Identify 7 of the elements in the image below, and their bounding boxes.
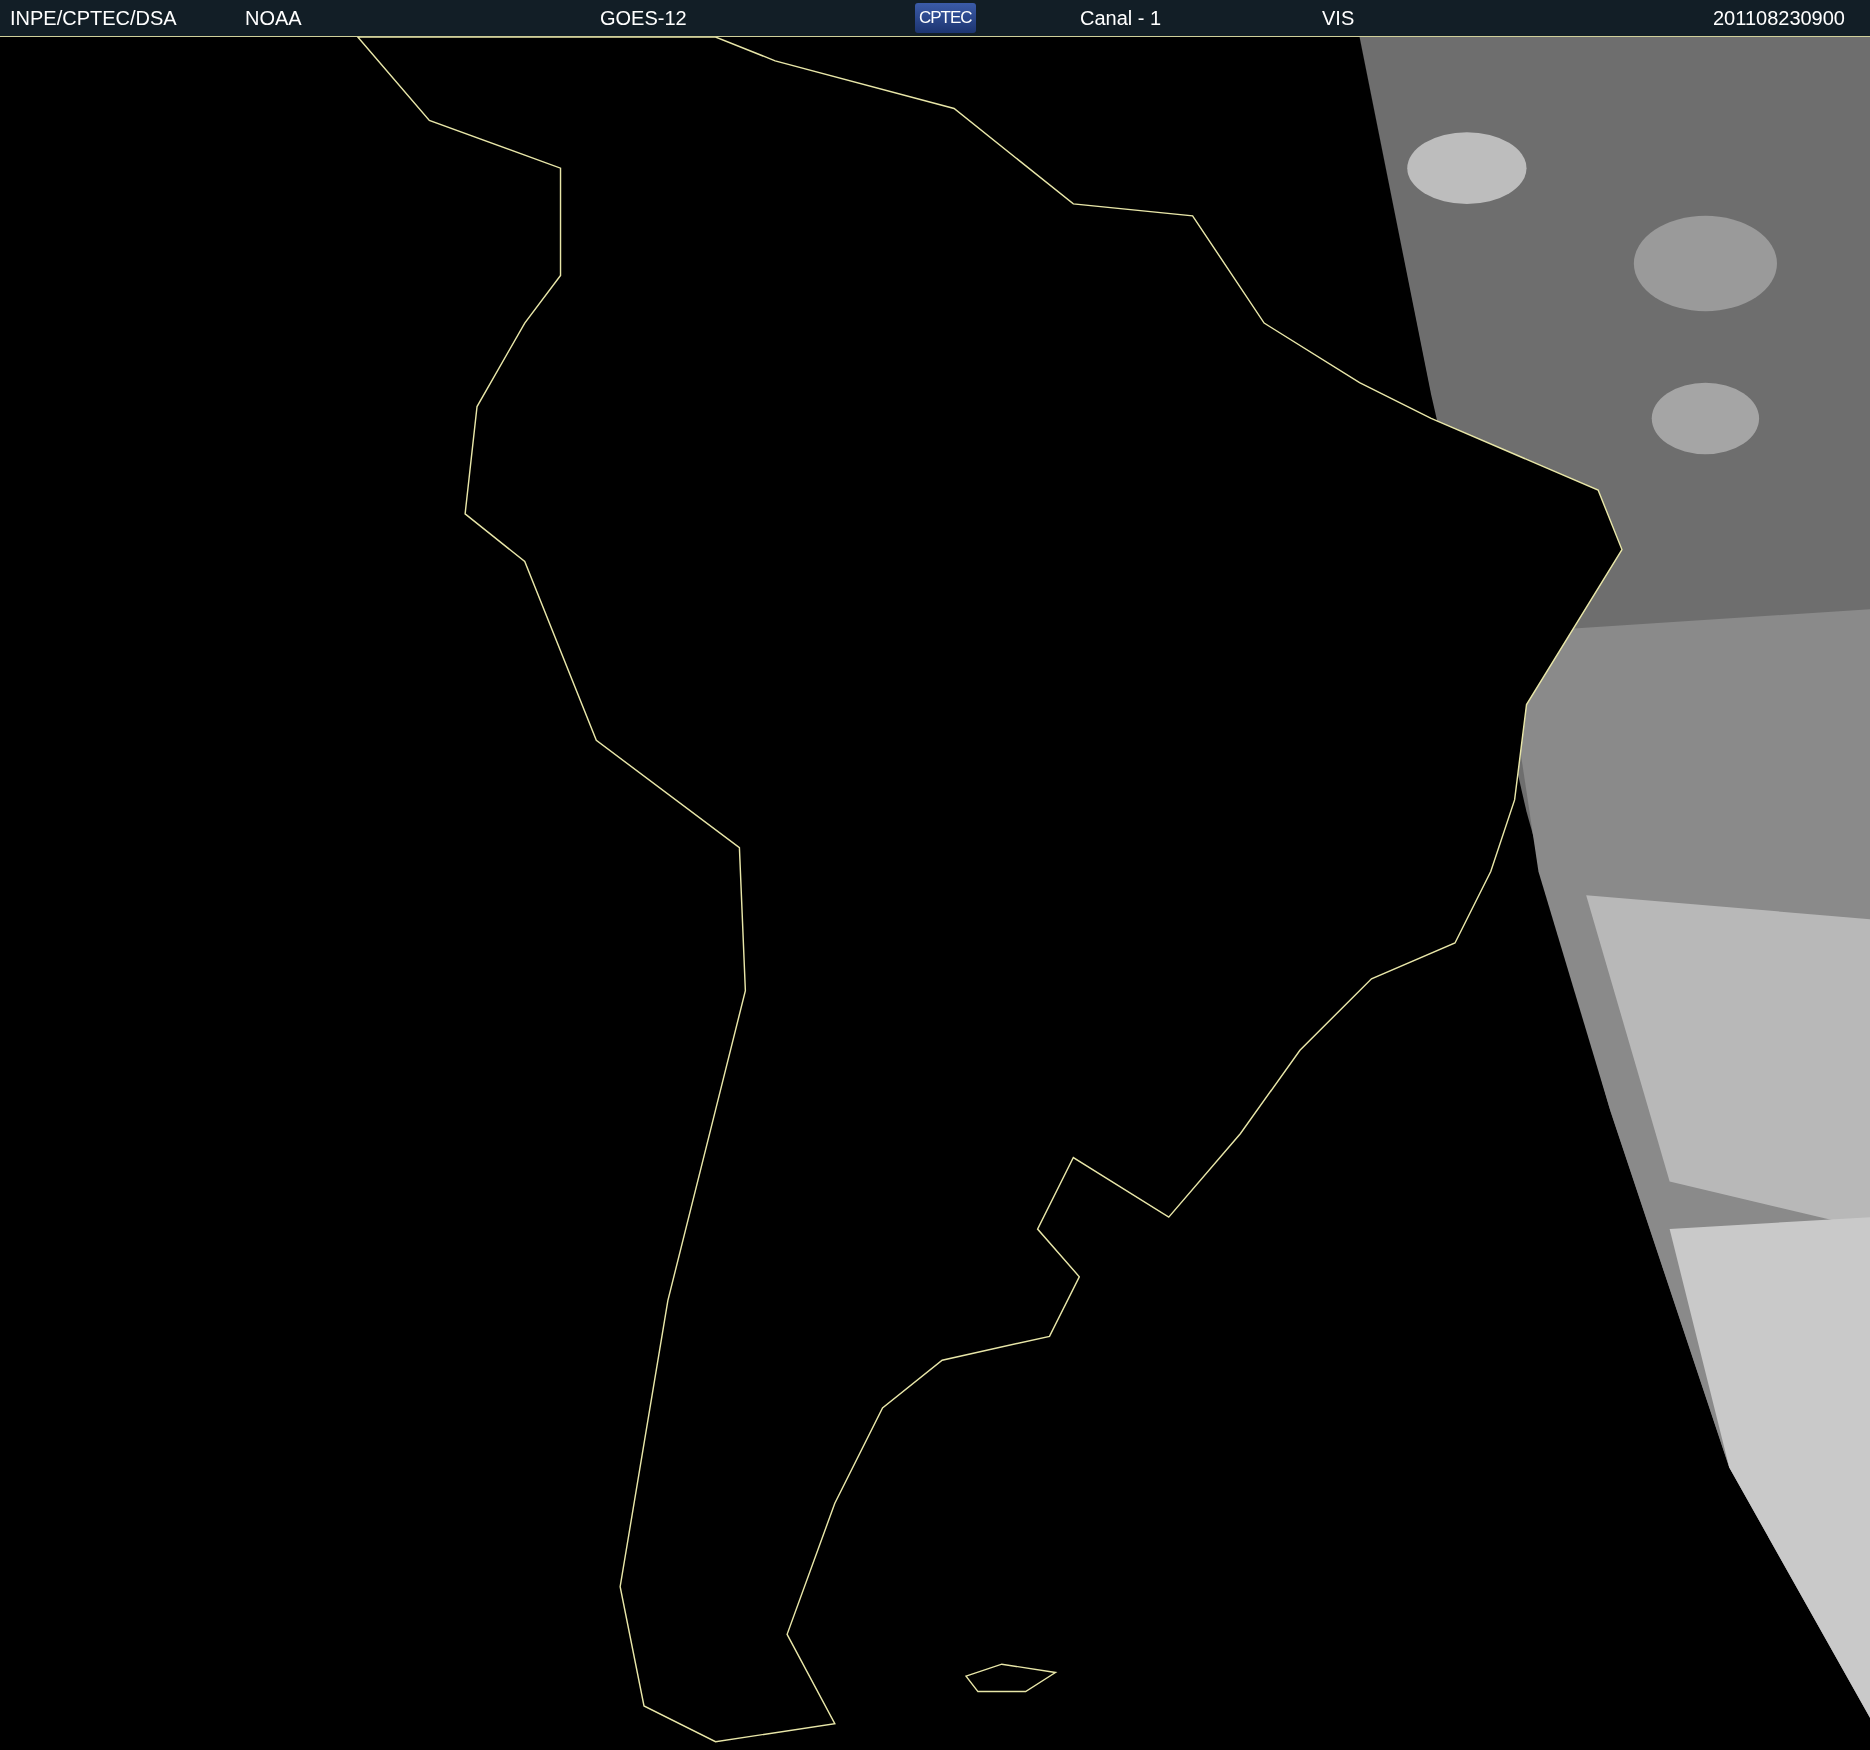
header-label: VIS: [1322, 6, 1355, 30]
header-label: Canal - 1: [1080, 6, 1162, 30]
header-label: NOAA: [245, 6, 302, 30]
cptec-logo: CPTEC: [915, 3, 976, 33]
header-label: INPE/CPTEC/DSA: [10, 6, 177, 30]
header-label: GOES-12: [600, 6, 687, 30]
timestamp: 201108230900: [1713, 6, 1845, 30]
